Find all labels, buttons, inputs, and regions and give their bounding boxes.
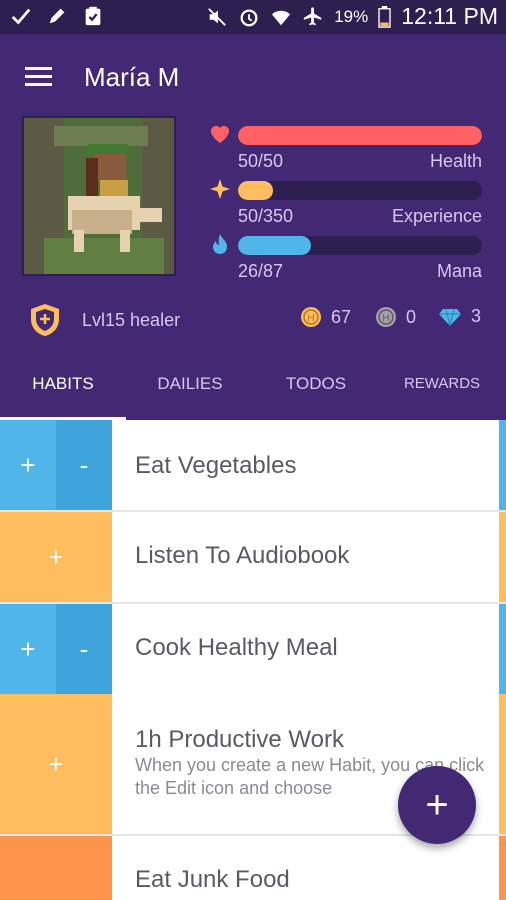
mana-label: Mana — [436, 261, 482, 281]
habit-color-edge — [499, 694, 506, 834]
experience-value: 50/350 — [238, 206, 294, 226]
battery-percent: 19% — [334, 6, 369, 26]
habit-title: Eat Junk Food — [135, 866, 290, 893]
habit-minus-button[interactable]: - — [0, 836, 112, 900]
battery-icon — [378, 5, 391, 28]
habit-item[interactable]: - Eat Junk Food — [0, 836, 506, 900]
experience-bar-fill — [238, 181, 273, 200]
alarm-icon — [240, 8, 258, 26]
habit-title: Cook Healthy Meal — [135, 634, 338, 661]
tab-rewards[interactable]: REWARDS — [378, 364, 506, 420]
habit-item[interactable]: + Listen To Audiobook — [0, 512, 506, 602]
gems-amount: 3 — [471, 306, 482, 326]
header: María M 50/50 Health 50/350 Experience 2… — [0, 34, 506, 421]
habit-plus-button[interactable]: + — [0, 604, 56, 694]
tab-bar: HABITS DAILIES TODOS REWARDS — [0, 364, 506, 421]
habit-item[interactable]: + - Cook Healthy Meal — [0, 604, 506, 694]
health-label: Health — [429, 151, 482, 171]
tab-habits[interactable]: HABITS — [0, 364, 126, 420]
checkmark-icon — [11, 8, 31, 25]
status-bar: 19% 12:11 PM — [0, 0, 506, 34]
gem-icon — [439, 308, 461, 326]
mute-icon — [208, 7, 227, 26]
gold-currency: H 67 — [300, 306, 351, 328]
habit-plus-button[interactable]: + — [0, 694, 112, 834]
clipboard-check-icon — [85, 6, 101, 26]
habit-color-edge — [499, 420, 506, 510]
habit-color-edge — [499, 836, 506, 900]
healer-shield-icon — [31, 304, 59, 336]
svg-text:H: H — [382, 313, 389, 324]
add-habit-button[interactable]: + — [398, 766, 476, 844]
clock: 12:11 PM — [401, 3, 498, 29]
habit-item[interactable]: + - Eat Vegetables — [0, 420, 506, 510]
svg-text:H: H — [307, 313, 314, 324]
habit-title: Listen To Audiobook — [135, 542, 350, 569]
habit-title: Eat Vegetables — [135, 452, 297, 479]
star-icon — [210, 179, 230, 199]
class-label: Lvl15 healer — [82, 309, 181, 330]
heart-icon — [211, 126, 229, 143]
airplane-icon — [304, 6, 322, 25]
silver-coin-icon: H — [376, 307, 396, 327]
user-name: María M — [84, 62, 180, 92]
flame-icon — [213, 234, 227, 254]
hourglass-amount: 0 — [406, 306, 417, 327]
hamburger-menu-icon[interactable] — [25, 67, 52, 87]
habit-color-edge — [499, 604, 506, 694]
health-bar — [238, 126, 482, 145]
habit-minus-button[interactable]: - — [56, 604, 112, 694]
habit-plus-button[interactable]: + — [0, 512, 112, 602]
gold-amount: 67 — [331, 306, 352, 327]
experience-label: Experience — [391, 206, 482, 226]
mana-bar-fill — [238, 236, 311, 255]
habit-color-edge — [499, 512, 506, 602]
avatar-image — [24, 118, 174, 274]
habit-minus-button[interactable]: - — [56, 420, 112, 510]
hourglass-currency: H 0 — [375, 306, 416, 328]
avatar[interactable] — [22, 116, 176, 276]
pencil-icon — [49, 8, 65, 24]
health-bar-fill — [238, 126, 482, 145]
tab-todos[interactable]: TODOS — [254, 364, 378, 420]
habit-title: 1h Productive Work — [135, 726, 344, 753]
class-badge: Lvl15 healer — [28, 302, 180, 338]
mana-bar — [238, 236, 482, 255]
wifi-icon — [272, 10, 291, 25]
health-value: 50/50 — [238, 151, 284, 171]
habit-plus-button[interactable]: + — [0, 420, 56, 510]
tab-dailies[interactable]: DAILIES — [126, 364, 254, 420]
mana-value: 26/87 — [238, 261, 284, 281]
experience-bar — [238, 181, 482, 200]
gems-currency: 3 — [438, 306, 481, 327]
gold-coin-icon: H — [301, 307, 321, 327]
